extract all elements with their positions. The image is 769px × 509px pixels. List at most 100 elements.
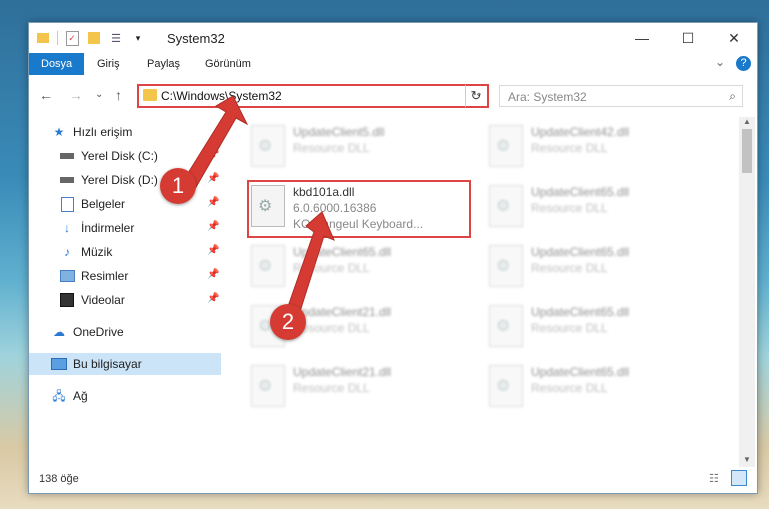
file-tile[interactable]: UpdateClient42.dll Resource DLL [481, 119, 701, 175]
nav-label: Hızlı erişim [73, 125, 133, 139]
dropdown-icon[interactable]: ▾ [130, 30, 146, 46]
step-badge-2: 2 [270, 304, 306, 340]
file-type: Resource DLL [293, 141, 370, 155]
nav-label: Resimler [81, 269, 129, 283]
file-tile[interactable]: UpdateClient65.dll Resource DLL [243, 239, 463, 295]
address-bar[interactable]: C:\Windows\System32 ⌄ [137, 84, 489, 108]
scroll-down-icon[interactable]: ▼ [743, 455, 751, 464]
file-name: UpdateClient65.dll [531, 185, 630, 199]
dll-file-icon [489, 305, 523, 347]
star-icon: ★ [53, 125, 65, 139]
help-icon[interactable]: ? [736, 56, 751, 71]
file-name: UpdateClient65.dll [293, 245, 392, 259]
nav-this-pc[interactable]: Bu bilgisayar [29, 353, 221, 375]
nav-label: Belgeler [81, 197, 126, 211]
nav-label: Yerel Disk (D:) [81, 173, 158, 187]
file-tile[interactable]: UpdateClient65.dll Resource DLL [481, 239, 701, 295]
minimize-button[interactable]: — [619, 23, 665, 53]
nav-network[interactable]: 🖧 Ağ [51, 385, 87, 407]
file-name: UpdateClient65.dll [531, 365, 630, 379]
nav-item-documents[interactable]: Belgeler [59, 193, 125, 215]
forward-button[interactable]: → [69, 87, 83, 103]
pin-icon[interactable]: 📌 [207, 173, 219, 184]
file-list: UpdateClient5.dll Resource DLL kbd101a.d… [223, 117, 737, 467]
file-type: Resource DLL [531, 321, 608, 335]
file-type: Resource DLL [531, 261, 608, 275]
file-tile[interactable]: UpdateClient65.dll Resource DLL [481, 299, 701, 355]
search-icon[interactable]: ⌕ [729, 89, 736, 104]
file-name: UpdateClient42.dll [531, 125, 630, 139]
dll-file-icon [489, 125, 523, 167]
tab-home[interactable]: Giriş [87, 53, 130, 75]
scroll-up-icon[interactable]: ▲ [743, 117, 751, 126]
status-bar: 138 öğe ☷ [29, 467, 757, 491]
nav-item-local-disk-c[interactable]: Yerel Disk (C:) [59, 145, 158, 167]
nav-item-videos[interactable]: Videolar [59, 289, 125, 311]
explorer-window: ✓ ☰ ▾ System32 — ☐ ✕ Dosya Giriş Paylaş … [28, 22, 758, 494]
details-view-icon[interactable]: ☷ [709, 472, 719, 485]
tab-view[interactable]: Görünüm [195, 53, 261, 75]
file-tile[interactable]: UpdateClient65.dll Resource DLL [481, 359, 701, 415]
search-placeholder: Ara: System32 [508, 90, 587, 104]
customize-icon[interactable]: ☰ [108, 30, 124, 46]
window-title: System32 [167, 31, 225, 46]
title-bar: ✓ ☰ ▾ System32 — ☐ ✕ [29, 23, 757, 53]
file-tile[interactable]: UpdateClient21.dll Resource DLL [243, 359, 463, 415]
network-icon: 🖧 [52, 389, 66, 403]
dll-file-icon [489, 365, 523, 407]
vertical-scrollbar[interactable]: ▲ ▼ [739, 117, 755, 467]
large-icons-view-icon[interactable] [731, 470, 747, 486]
pin-icon[interactable]: 📌 [207, 245, 219, 256]
back-button[interactable]: ← [39, 87, 53, 103]
file-name: UpdateClient21.dll [293, 305, 392, 319]
cloud-icon: ☁ [53, 325, 65, 339]
nav-item-pictures[interactable]: Resimler [59, 265, 128, 287]
nav-quick-access[interactable]: ★ Hızlı erişim [51, 121, 133, 143]
nav-item-local-disk-d[interactable]: Yerel Disk (D:) [59, 169, 158, 191]
nav-label: Yerel Disk (C:) [81, 149, 158, 163]
nav-label: İndirmeler [81, 221, 135, 235]
recent-locations-button[interactable]: ⌄ [95, 89, 103, 100]
nav-label: OneDrive [73, 325, 124, 339]
tab-share[interactable]: Paylaş [137, 53, 190, 75]
drive-icon [59, 149, 75, 163]
file-name: UpdateClient65.dll [531, 245, 630, 259]
expand-ribbon-icon[interactable]: ⌄ [715, 55, 725, 69]
pin-icon[interactable]: 📌 [207, 221, 219, 232]
nav-label: Bu bilgisayar [73, 357, 142, 371]
refresh-button[interactable]: ↻ [465, 85, 486, 107]
properties-icon[interactable]: ✓ [64, 30, 80, 46]
dll-file-icon [489, 245, 523, 287]
pin-icon[interactable]: 📌 [207, 293, 219, 304]
ribbon-tabs: Dosya Giriş Paylaş Görünüm ⌄ ? [29, 53, 757, 75]
new-folder-icon[interactable] [86, 30, 102, 46]
dll-file-icon [251, 245, 285, 287]
folder-icon[interactable] [35, 30, 51, 46]
tab-file[interactable]: Dosya [29, 53, 85, 75]
pin-icon[interactable]: 📌 [207, 269, 219, 280]
drive-icon [59, 173, 75, 187]
search-box[interactable]: Ara: System32 ⌕ [499, 85, 743, 107]
documents-icon [59, 196, 75, 212]
dll-file-icon [251, 125, 285, 167]
download-icon: ↓ [64, 221, 70, 235]
file-name: UpdateClient5.dll [293, 125, 385, 139]
pin-icon[interactable]: 📌 [207, 197, 219, 208]
up-button[interactable]: ↑ [115, 87, 122, 103]
nav-onedrive[interactable]: ☁ OneDrive [51, 321, 124, 343]
close-button[interactable]: ✕ [711, 23, 757, 53]
address-path: C:\Windows\System32 [161, 89, 282, 103]
nav-item-downloads[interactable]: ↓ İndirmeler [59, 217, 134, 239]
scrollbar-thumb[interactable] [742, 129, 752, 173]
pin-icon[interactable]: 📌 [207, 149, 219, 160]
nav-item-music[interactable]: ♪ Müzik [59, 241, 112, 263]
file-tile[interactable]: UpdateClient65.dll Resource DLL [481, 179, 701, 235]
file-tile[interactable]: UpdateClient5.dll Resource DLL [243, 119, 463, 175]
maximize-button[interactable]: ☐ [665, 23, 711, 53]
toolbar-divider [57, 31, 58, 45]
quick-access-toolbar: ✓ ☰ ▾ [35, 30, 146, 46]
address-row: ← → ⌄ ↑ C:\Windows\System32 ⌄ ↻ Ara: Sys… [29, 79, 757, 111]
computer-icon [51, 357, 67, 371]
file-type: Resource DLL [293, 261, 370, 275]
file-type: Resource DLL [531, 201, 608, 215]
